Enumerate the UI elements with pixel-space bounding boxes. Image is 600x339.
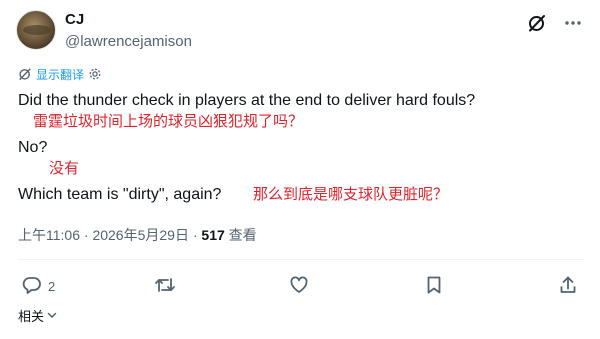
bookmark-button[interactable] bbox=[424, 272, 444, 300]
share-icon bbox=[558, 275, 578, 298]
author-handle[interactable]: @lawrencejamison bbox=[65, 32, 192, 52]
chevron-down-icon bbox=[46, 308, 58, 326]
related-dropdown[interactable]: 相关 bbox=[18, 308, 58, 326]
author-name[interactable]: CJ bbox=[65, 10, 192, 29]
tweet-header: CJ @lawrencejamison bbox=[16, 10, 584, 54]
view-label: 查看 bbox=[228, 227, 257, 243]
divider bbox=[18, 259, 584, 260]
header-icons bbox=[526, 12, 584, 34]
repost-icon bbox=[154, 275, 176, 298]
avatar[interactable] bbox=[16, 10, 56, 50]
settings-gear-icon[interactable] bbox=[88, 67, 102, 81]
more-options-icon[interactable] bbox=[562, 12, 584, 34]
tweet-text-line-2: No? bbox=[18, 139, 48, 156]
view-count: 517 bbox=[201, 227, 225, 243]
reply-count: 2 bbox=[48, 278, 56, 294]
translation-line-3: 那么到底是哪支球队更脏呢？ bbox=[253, 186, 449, 203]
show-translation-label[interactable]: 显示翻译 bbox=[36, 66, 84, 83]
reply-icon bbox=[22, 275, 42, 298]
translation-line-1: 雷霆垃圾时间上场的球员凶狠犯规了吗？ bbox=[33, 113, 304, 130]
grok-icon[interactable] bbox=[526, 12, 548, 34]
heart-icon bbox=[289, 275, 309, 298]
tweet-text-line-1: Did the thunder check in players at the … bbox=[18, 92, 476, 109]
tweet-meta: 上午11:06 · 2026年5月29日 · 517 查看 bbox=[18, 226, 257, 244]
like-button[interactable] bbox=[289, 272, 309, 300]
related-label: 相关 bbox=[18, 309, 45, 324]
author-block: CJ @lawrencejamison bbox=[65, 10, 192, 52]
meta-separator: · bbox=[192, 227, 198, 243]
show-translation[interactable]: 显示翻译 bbox=[18, 66, 102, 82]
bookmark-icon bbox=[424, 275, 444, 298]
tweet-time[interactable]: 上午11:06 bbox=[18, 227, 80, 243]
grok-small-icon bbox=[18, 67, 32, 81]
share-button[interactable] bbox=[558, 272, 578, 300]
reply-button[interactable]: 2 bbox=[22, 272, 55, 300]
action-bar: 2 bbox=[0, 272, 600, 300]
translation-line-2: 没有 bbox=[49, 160, 80, 177]
repost-button[interactable] bbox=[154, 272, 176, 300]
meta-separator: · bbox=[83, 227, 89, 243]
tweet-text-line-3: Which team is "dirty", again? bbox=[18, 186, 222, 203]
tweet-date[interactable]: 2026年5月29日 bbox=[92, 227, 189, 243]
